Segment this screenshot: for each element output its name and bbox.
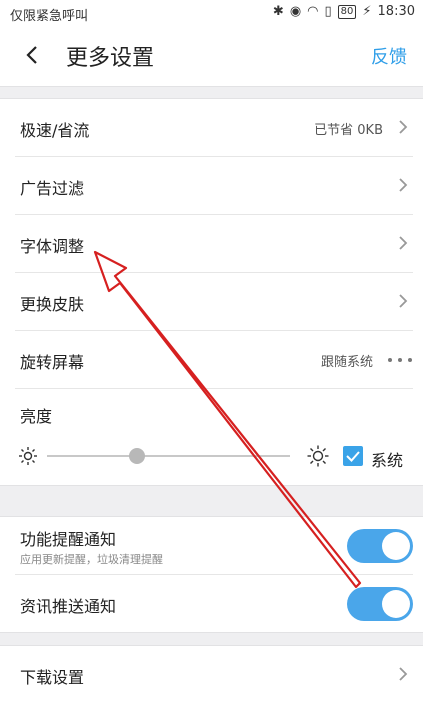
chevron-right-icon (399, 178, 408, 192)
settings-group-notifications: 功能提醒通知 应用更新提醒，垃圾清理提醒 资讯推送通知 (0, 516, 423, 633)
sun-large-icon (307, 445, 329, 467)
brightness-slider-track[interactable] (47, 455, 290, 457)
setting-label: 资讯推送通知 (20, 597, 117, 616)
setting-label: 字体调整 (20, 237, 85, 256)
system-brightness-label: 系统 (371, 451, 404, 470)
setting-row-news-push: 资讯推送通知 (15, 575, 413, 632)
sun-small-icon (19, 447, 37, 465)
setting-value: 已节省 0KB (314, 123, 383, 138)
setting-label: 广告过滤 (20, 179, 85, 198)
setting-label: 旋转屏幕 (20, 353, 85, 372)
toggle-knob (382, 532, 410, 560)
settings-group-download: 下载设置 (0, 645, 423, 703)
carrier-text: 仅限紧急呼叫 (10, 9, 89, 24)
setting-label: 下载设置 (20, 668, 85, 687)
chevron-right-icon (399, 236, 408, 250)
brightness-label: 亮度 (20, 407, 53, 426)
more-dots-icon (388, 358, 412, 362)
wifi-icon: ◠ (307, 4, 319, 19)
setting-row-font-size[interactable]: 字体调整 (15, 215, 413, 273)
setting-row-change-skin[interactable]: 更换皮肤 (15, 273, 413, 331)
status-bar: 仅限紧急呼叫 ✱ ◉ ◠ ▯ 80 ⚡ 18:30 (0, 0, 423, 26)
settings-group-general: 极速/省流 已节省 0KB 广告过滤 字体调整 更换皮肤 旋转屏幕 跟随系统 亮… (0, 98, 423, 486)
page-title: 更多设置 (66, 46, 155, 71)
checkmark-icon (346, 451, 360, 462)
chevron-right-icon (399, 667, 408, 681)
setting-row-download-settings[interactable]: 下载设置 (15, 646, 413, 703)
setting-label: 更换皮肤 (20, 295, 85, 314)
chevron-right-icon (399, 120, 408, 134)
status-icons: ✱ ◉ ◠ ▯ 80 ⚡ 18:30 (273, 4, 415, 19)
news-push-toggle[interactable] (347, 587, 413, 621)
brightness-slider-thumb[interactable] (128, 448, 145, 464)
app-header: 更多设置 反馈 (0, 26, 423, 87)
chevron-right-icon (399, 294, 408, 308)
setting-label: 功能提醒通知 (20, 530, 117, 549)
bluetooth-icon: ✱ (272, 4, 284, 19)
charging-icon: ⚡ (362, 4, 372, 19)
brightness-row: 亮度 系统 (15, 389, 413, 485)
setting-row-speed-saving[interactable]: 极速/省流 已节省 0KB (15, 99, 413, 157)
eye-icon: ◉ (289, 4, 302, 19)
system-brightness-checkbox[interactable] (343, 446, 363, 466)
setting-value: 跟随系统 (320, 355, 373, 370)
toggle-knob (382, 590, 410, 618)
setting-row-feature-reminder: 功能提醒通知 应用更新提醒，垃圾清理提醒 (15, 517, 413, 575)
clock: 18:30 (377, 4, 415, 19)
back-arrow-icon[interactable] (22, 40, 46, 70)
sim-icon: ▯ (324, 4, 332, 19)
setting-label: 极速/省流 (20, 121, 90, 140)
feedback-button[interactable]: 反馈 (371, 43, 407, 69)
feature-reminder-toggle[interactable] (347, 529, 413, 563)
setting-sublabel: 应用更新提醒，垃圾清理提醒 (20, 553, 163, 566)
setting-row-ad-filter[interactable]: 广告过滤 (15, 157, 413, 215)
setting-row-rotate-screen[interactable]: 旋转屏幕 跟随系统 (15, 331, 413, 389)
battery-icon: 80 (337, 4, 357, 19)
